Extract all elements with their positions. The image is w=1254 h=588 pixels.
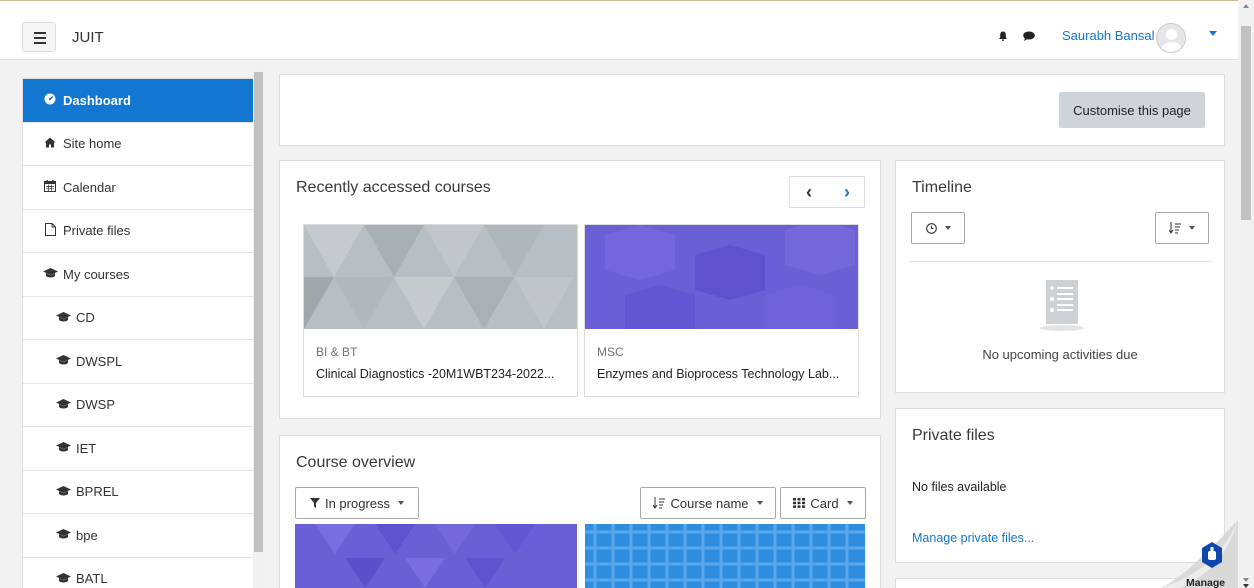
manage-label: Manage — [1186, 577, 1226, 588]
course-card[interactable]: BI & BT Clinical Diagnostics -20M1WBT234… — [303, 224, 578, 397]
chevron-down-icon — [944, 226, 951, 230]
sidebar-item-label: BATL — [76, 571, 108, 587]
private-files-title: Private files — [912, 427, 995, 444]
page-scrollbar[interactable] — [1238, 0, 1254, 588]
sidebar-item-dashboard[interactable]: Dashboard — [23, 79, 259, 123]
menu-icon[interactable] — [22, 22, 56, 52]
timeline-empty-text: No upcoming activities due — [982, 347, 1138, 362]
home-icon — [43, 137, 57, 151]
sidebar-item-course[interactable]: DWSPL — [23, 340, 259, 384]
course-image[interactable] — [585, 524, 865, 588]
sidebar-item-my-courses[interactable]: My courses — [23, 253, 259, 297]
sidebar-item-course[interactable]: BATL — [23, 558, 259, 588]
graduation-cap-icon — [56, 441, 71, 455]
recent-courses-pager: ‹ › — [789, 176, 865, 208]
filter-label: In progress — [324, 495, 391, 511]
timeline-title: Timeline — [912, 179, 972, 196]
sidebar-item-course[interactable]: CD — [23, 297, 259, 340]
private-files-empty-text: No files available — [912, 480, 1007, 494]
sidebar-item-site-home[interactable]: Site home — [23, 123, 259, 166]
timeline-filter-dropdown[interactable] — [911, 212, 965, 244]
chevron-down-icon — [1189, 226, 1195, 230]
sidebar-item-label: Calendar — [63, 179, 116, 195]
sidebar-item-label: My courses — [63, 266, 130, 282]
scrollbar-thumb[interactable] — [1241, 26, 1251, 220]
customise-page-button[interactable]: Customise this page — [1059, 92, 1205, 128]
scroll-down-arrow[interactable] — [1243, 578, 1249, 582]
chevron-down-icon[interactable] — [1209, 31, 1217, 36]
chevron-left-icon[interactable]: ‹ — [790, 177, 828, 207]
graduation-cap-icon — [56, 485, 71, 499]
sort-label: Course name — [670, 495, 749, 511]
graduation-cap-icon — [56, 398, 71, 412]
course-name-link[interactable]: Enzymes and Bioprocess Technology Lab... — [597, 367, 857, 381]
divider — [910, 261, 1212, 262]
scroll-up-arrow[interactable] — [1243, 4, 1249, 8]
sidebar-item-label: bpe — [76, 527, 98, 543]
sidebar-item-course[interactable]: IET — [23, 427, 259, 471]
view-label: Card — [810, 495, 839, 511]
clock-icon — [925, 222, 937, 234]
sidebar-item-label: BPREL — [76, 484, 119, 500]
graduation-cap-icon — [56, 311, 71, 325]
sidebar-item-label: Dashboard — [63, 92, 131, 108]
file-icon — [43, 222, 57, 239]
avatar[interactable] — [1156, 23, 1186, 53]
sidebar-item-course[interactable]: BPREL — [23, 471, 259, 514]
sort-icon — [653, 497, 666, 509]
manage-caret[interactable] — [1243, 584, 1249, 588]
sidebar-item-label: Private files — [63, 223, 131, 239]
course-overview-title: Course overview — [296, 454, 416, 471]
chevron-down-icon — [846, 501, 853, 505]
sidebar-item-private-files[interactable]: Private files — [23, 210, 259, 253]
user-name[interactable]: Saurabh Bansal — [1062, 28, 1155, 43]
course-image[interactable] — [304, 225, 577, 329]
course-image[interactable] — [295, 524, 577, 588]
course-category: MSC — [597, 345, 624, 359]
filter-dropdown[interactable]: In progress — [295, 487, 419, 519]
grid-icon — [793, 498, 806, 508]
sidebar-item-label: IET — [76, 440, 97, 456]
manage-private-files-link[interactable]: Manage private files... — [912, 531, 1034, 545]
course-card[interactable]: MSC Enzymes and Bioprocess Technology La… — [584, 224, 859, 397]
sidebar-item-course[interactable]: bpe — [23, 514, 259, 558]
course-name-link[interactable]: Clinical Diagnostics -20M1WBT234-2022... — [316, 367, 576, 381]
no-activities-icon — [1040, 280, 1084, 331]
top-navbar: JUIT Saurabh Bansal — [0, 0, 1238, 60]
timeline-sort-dropdown[interactable] — [1155, 212, 1209, 244]
graduation-cap-icon — [43, 267, 58, 281]
site-brand[interactable]: JUIT — [72, 29, 104, 46]
sidebar-item-label: DWSPL — [76, 353, 123, 369]
timeline-card: Timeline No upcoming activities due — [895, 160, 1225, 393]
sort-dropdown[interactable]: Course name — [640, 487, 776, 519]
course-image[interactable] — [585, 225, 858, 329]
sidebar-item-label: Site home — [63, 136, 122, 152]
sidebar-scrollbar[interactable] — [253, 60, 264, 588]
chat-icon[interactable] — [1023, 31, 1035, 41]
bell-icon[interactable] — [998, 31, 1008, 41]
sidebar-item-label: DWSP — [76, 397, 115, 413]
graduation-cap-icon — [56, 354, 71, 368]
filter-icon — [309, 498, 320, 508]
sidebar-item-course[interactable]: DWSP — [23, 384, 259, 427]
calendar-icon — [43, 179, 57, 195]
nav-drawer: Dashboard Site home Calendar Private fil… — [22, 78, 260, 588]
graduation-cap-icon — [56, 528, 71, 542]
course-category: BI & BT — [316, 345, 358, 359]
manage-corner-badge[interactable]: Manage — [1150, 520, 1238, 588]
dashboard-icon — [43, 93, 57, 108]
chevron-down-icon — [756, 501, 763, 505]
sidebar-item-label: CD — [76, 310, 95, 326]
scrollbar-thumb[interactable] — [254, 72, 263, 552]
chevron-right-icon[interactable]: › — [828, 177, 866, 207]
sort-icon — [1169, 222, 1181, 234]
graduation-cap-icon — [56, 572, 71, 586]
view-dropdown[interactable]: Card — [780, 487, 866, 519]
chevron-down-icon — [398, 501, 405, 505]
recent-courses-title: Recently accessed courses — [296, 179, 491, 196]
sidebar-item-calendar[interactable]: Calendar — [23, 166, 259, 210]
